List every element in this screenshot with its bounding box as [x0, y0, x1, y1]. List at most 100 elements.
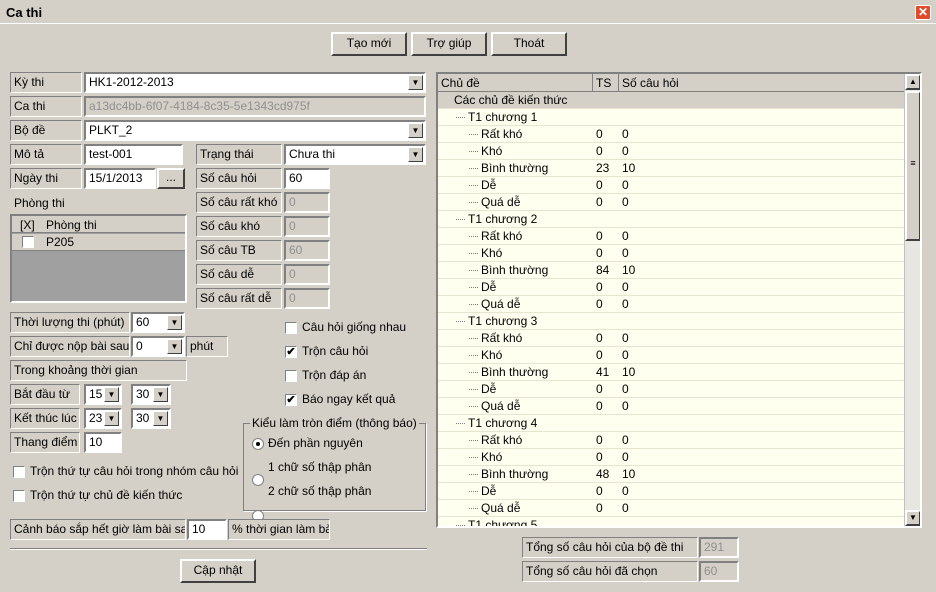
chevron-down-icon[interactable]: ▼ — [104, 411, 119, 426]
ket-thuc-hour-select[interactable]: 23 ▼ — [84, 408, 122, 429]
close-button[interactable]: ✕ — [915, 5, 931, 20]
tree-header: Chủ đề TS Số câu hỏi — [438, 74, 904, 92]
tron-cau-hoi-label: Trộn câu hỏi — [302, 344, 369, 358]
tree-name: Bình thường — [481, 365, 549, 379]
round-1-decimal-radio[interactable] — [252, 474, 264, 486]
cau-hoi-giong-nhau-checkbox[interactable] — [285, 322, 297, 334]
chevron-down-icon[interactable]: ▼ — [408, 147, 423, 162]
tree-name: Dễ — [481, 280, 497, 294]
new-button[interactable]: Tạo mới — [331, 32, 407, 56]
chevron-down-icon[interactable]: ▼ — [167, 315, 182, 330]
ky-thi-select[interactable]: HK1-2012-2013 ▼ — [84, 72, 426, 93]
bat-dau-minute-select[interactable]: 30 ▼ — [131, 384, 171, 405]
rounding-title: Kiểu làm tròn điểm (thông báo) — [250, 416, 419, 430]
tree-chapter-row[interactable]: T1 chương 1 — [438, 109, 904, 126]
scroll-down-button[interactable]: ▼ — [905, 510, 920, 526]
tree-difficulty-row[interactable]: Quá dễ 0 0 — [438, 398, 904, 415]
tree-ts: 48 — [596, 467, 610, 481]
tree-difficulty-row[interactable]: Khó 0 0 — [438, 143, 904, 160]
tree-so-cau: 0 — [622, 297, 629, 311]
trang-thai-select[interactable]: Chưa thi ▼ — [284, 144, 426, 165]
tron-dap-an-checkbox[interactable] — [285, 370, 297, 382]
so-cau-hoi-input[interactable]: 60 — [284, 168, 330, 189]
tree-chapter-row[interactable]: T1 chương 4 — [438, 415, 904, 432]
tree-difficulty-row[interactable]: Khó 0 0 — [438, 449, 904, 466]
tree-difficulty-row[interactable]: Quá dễ 0 0 — [438, 296, 904, 313]
tree-difficulty-row[interactable]: Quá dễ 0 0 — [438, 500, 904, 517]
thang-diem-input[interactable]: 10 — [84, 432, 122, 453]
tree-so-cau: 0 — [622, 178, 629, 192]
tree-difficulty-row[interactable]: Dễ 0 0 — [438, 279, 904, 296]
tree-so-cau: 0 — [622, 484, 629, 498]
update-button[interactable]: Cập nhật — [180, 559, 256, 583]
tree-difficulty-row[interactable]: Dễ 0 0 — [438, 177, 904, 194]
tree-so-cau: 10 — [622, 161, 636, 175]
chevron-down-icon[interactable]: ▼ — [153, 411, 168, 426]
tree-so-cau: 10 — [622, 263, 636, 277]
tree-difficulty-row[interactable]: Khó 0 0 — [438, 245, 904, 262]
scroll-up-button[interactable]: ▲ — [905, 74, 920, 90]
tree-chapter-row[interactable]: T1 chương 3 — [438, 313, 904, 330]
tree-chapter-row[interactable]: T1 chương 5 — [438, 517, 904, 526]
ket-thuc-minute-select[interactable]: 30 ▼ — [131, 408, 171, 429]
bo-de-select[interactable]: PLKT_2 ▼ — [84, 120, 426, 141]
tree-name: Các chủ đề kiến thức — [454, 93, 568, 107]
tron-thu-tu-cau-hoi-checkbox[interactable] — [13, 466, 25, 478]
bo-de-label: Bộ đề — [10, 120, 82, 141]
tree-difficulty-row[interactable]: Bình thường 84 10 — [438, 262, 904, 279]
tree-line — [469, 474, 478, 475]
tree-difficulty-row[interactable]: Khó 0 0 — [438, 347, 904, 364]
tron-dap-an-label: Trộn đáp án — [302, 368, 367, 382]
date-picker-button[interactable]: ... — [157, 168, 185, 189]
tron-cau-hoi-checkbox[interactable]: ✔ — [285, 346, 297, 358]
chevron-down-icon[interactable]: ▼ — [167, 339, 182, 354]
tree-root-row[interactable]: Các chủ đề kiến thức — [438, 92, 904, 109]
tree-difficulty-row[interactable]: Rất khó 0 0 — [438, 432, 904, 449]
canh-bao-input[interactable]: 10 — [187, 519, 227, 540]
bao-ngay-kq-checkbox[interactable]: ✔ — [285, 394, 297, 406]
ket-thuc-hour: 23 — [89, 411, 103, 425]
tree-ts: 0 — [596, 246, 603, 260]
mo-ta-input[interactable]: test-001 — [84, 144, 183, 165]
nop-bai-unit: phút — [186, 336, 228, 357]
tree-difficulty-row[interactable]: Quá dễ 0 0 — [438, 194, 904, 211]
tree-chapter-row[interactable]: T1 chương 2 — [438, 211, 904, 228]
bat-dau-hour-select[interactable]: 15 ▼ — [84, 384, 122, 405]
chevron-up-icon: ▲ — [909, 77, 917, 86]
tree-difficulty-row[interactable]: Rất khó 0 0 — [438, 126, 904, 143]
tree-so-cau: 0 — [622, 144, 629, 158]
tree-name: Dễ — [481, 484, 497, 498]
nop-bai-select[interactable]: 0 ▼ — [131, 336, 185, 357]
thoi-luong-select[interactable]: 60 ▼ — [131, 312, 185, 333]
tree-ts: 0 — [596, 144, 603, 158]
tree-difficulty-row[interactable]: Bình thường 48 10 — [438, 466, 904, 483]
tree-name: Quá dễ — [481, 501, 521, 515]
chevron-down-icon[interactable]: ▼ — [408, 75, 423, 90]
tree-ts: 0 — [596, 127, 603, 141]
topic-tree[interactable]: Chủ đề TS Số câu hỏi Các chủ đề kiến thứ… — [436, 72, 922, 528]
chevron-down-icon[interactable]: ▼ — [153, 387, 168, 402]
so-cau-kho-label: Số câu khó — [196, 216, 282, 237]
tree-difficulty-row[interactable]: Bình thường 41 10 — [438, 364, 904, 381]
tron-thu-tu-chu-de-checkbox[interactable] — [13, 490, 25, 502]
round-integer-radio[interactable] — [252, 438, 264, 450]
chevron-down-icon[interactable]: ▼ — [104, 387, 119, 402]
tree-difficulty-row[interactable]: Rất khó 0 0 — [438, 330, 904, 347]
table-row[interactable]: P205 — [12, 234, 185, 251]
ngay-thi-input[interactable]: 15/1/2013 — [84, 168, 156, 189]
scrollbar[interactable]: ▲ ≡ ▼ — [904, 74, 920, 526]
tree-line — [469, 168, 478, 169]
help-button[interactable]: Trợ giúp — [411, 32, 487, 56]
tree-line — [469, 389, 478, 390]
tree-ts: 0 — [596, 348, 603, 362]
chevron-down-icon[interactable]: ▼ — [408, 123, 423, 138]
tree-difficulty-row[interactable]: Bình thường 23 10 — [438, 160, 904, 177]
tree-name: Quá dễ — [481, 399, 521, 413]
tree-difficulty-row[interactable]: Dễ 0 0 — [438, 483, 904, 500]
room-checkbox[interactable] — [22, 236, 34, 248]
tree-difficulty-row[interactable]: Rất khó 0 0 — [438, 228, 904, 245]
scroll-thumb[interactable]: ≡ — [905, 91, 920, 241]
tree-difficulty-row[interactable]: Dễ 0 0 — [438, 381, 904, 398]
so-cau-rat-kho-label: Số câu rất khó — [196, 192, 282, 213]
exit-button[interactable]: Thoát — [491, 32, 567, 56]
